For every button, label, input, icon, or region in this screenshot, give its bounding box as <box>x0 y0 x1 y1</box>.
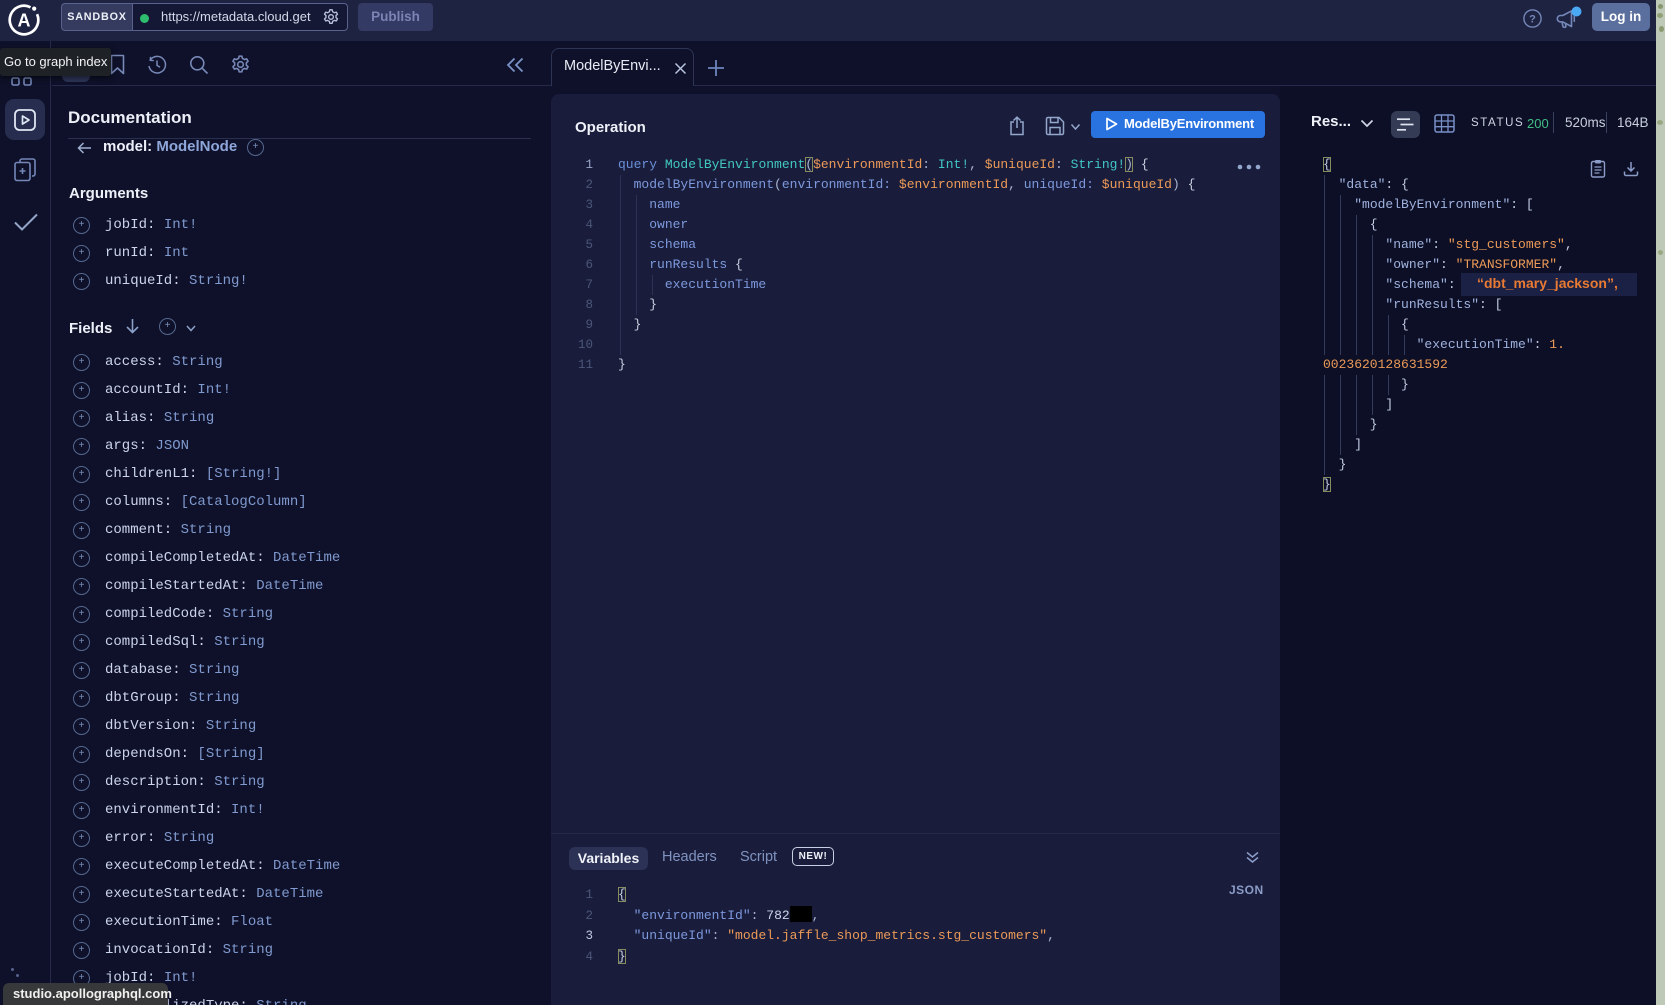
svg-text:?: ? <box>1529 14 1536 26</box>
svg-text:A: A <box>18 11 31 31</box>
